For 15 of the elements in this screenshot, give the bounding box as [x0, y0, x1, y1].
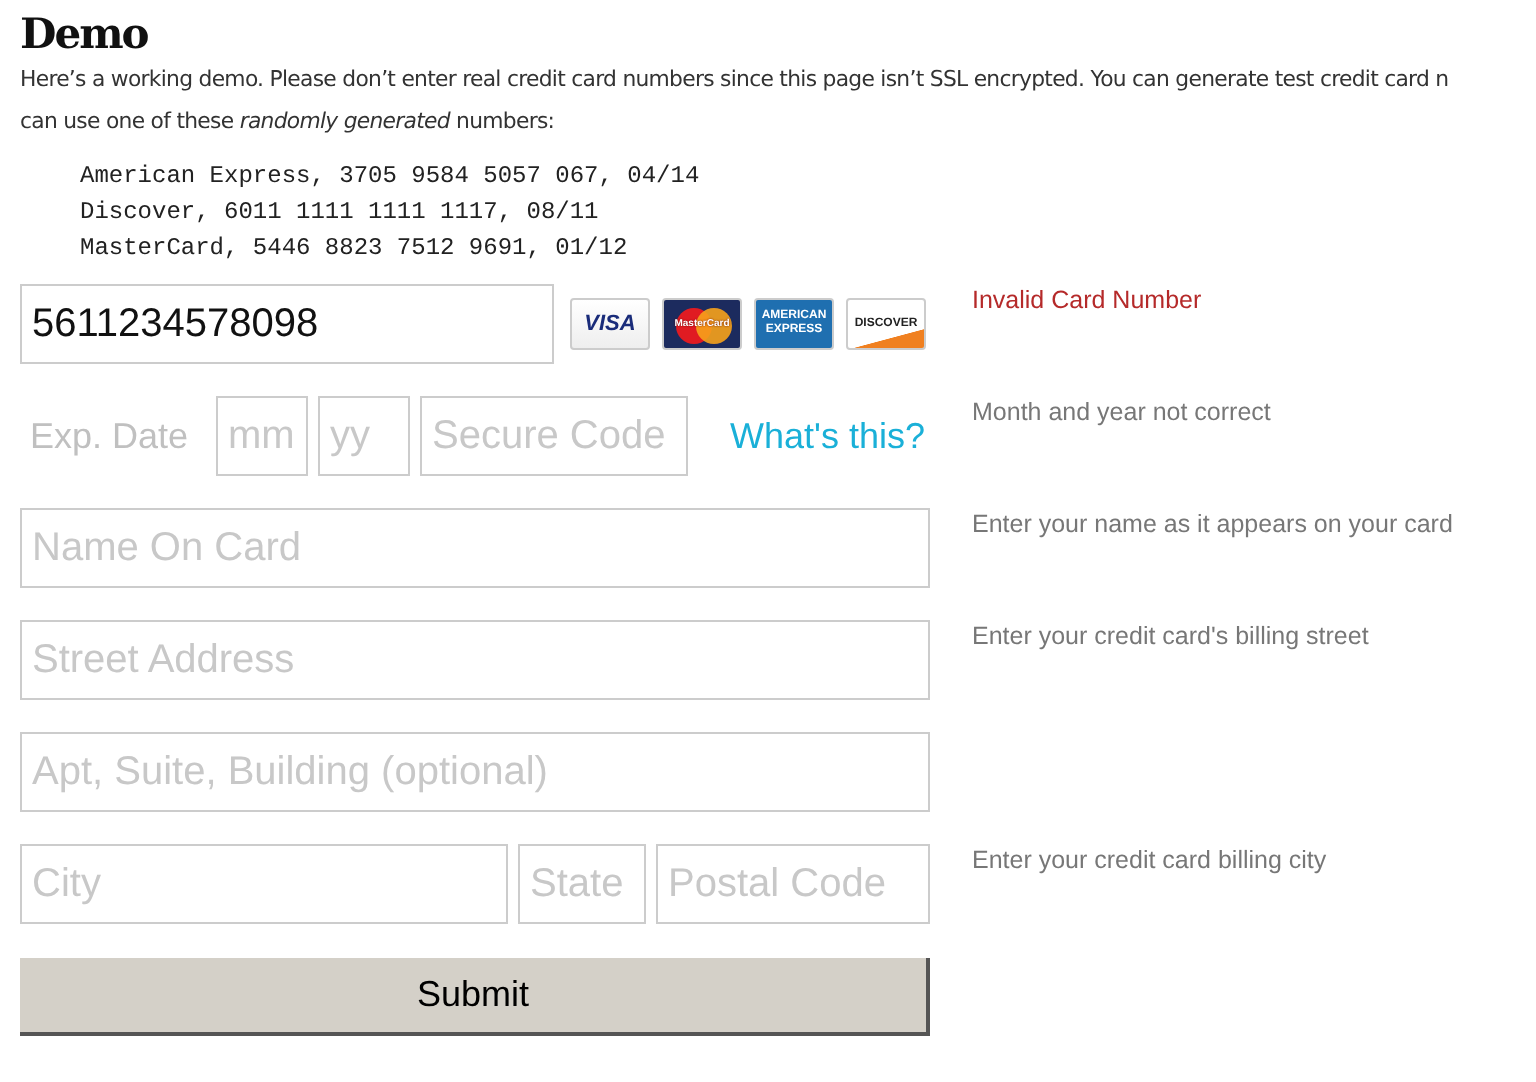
- hint-text: Enter your credit card billing city: [972, 844, 1329, 878]
- card-logo-text: VISA: [582, 312, 638, 336]
- error-message: Invalid Card Number: [972, 284, 1204, 318]
- intro-text: can use one of these randomly generated numbers:: [20, 106, 555, 138]
- submit-button[interactable]: Submit: [20, 958, 930, 1036]
- field-label: Exp. Date: [28, 415, 191, 457]
- test-card-number: American Express, 3705 9584 5057 067, 04/14: [80, 160, 702, 194]
- test-card-number: MasterCard, 5446 8823 7512 9691, 01/12: [80, 232, 630, 266]
- card-number-field[interactable]: 5611234578098: [20, 284, 554, 364]
- page-heading: Demo: [20, 8, 150, 58]
- intro-text: Here’s a working demo. Please don’t enter real credit card numbers since this page isn’t SSL encrypted. You can generate test credit card n: [20, 64, 1449, 96]
- hint-text: Enter your credit card's billing street: [972, 620, 1371, 654]
- hint-text: Month and year not correct: [972, 396, 1273, 430]
- test-card-number: Discover, 6011 1111 1111 1117, 08/11: [80, 196, 601, 230]
- hint-text: Enter your name as it appears on your card: [972, 508, 1455, 542]
